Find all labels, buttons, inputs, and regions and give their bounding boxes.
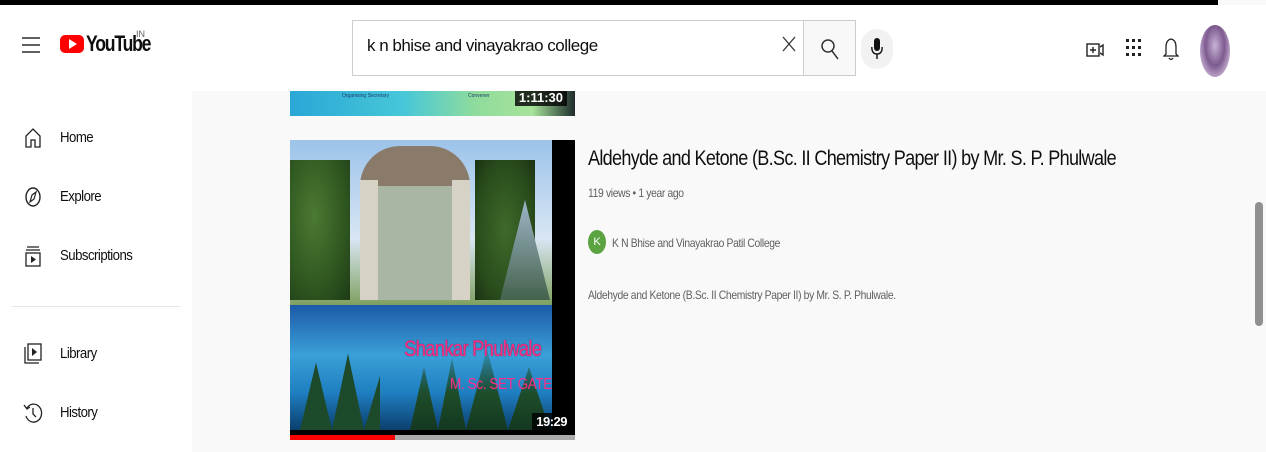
thumb-text: Convener [468, 93, 490, 99]
watch-progress [290, 435, 396, 440]
video-meta: 119 views • 1 year ago [588, 186, 684, 200]
sidebar-item-library[interactable]: Library [0, 335, 192, 375]
video-description: Aldehyde and Ketone (B.Sc. II Chemistry … [588, 288, 896, 302]
sidebar-item-history[interactable]: History [0, 394, 192, 434]
voice-search-button[interactable] [861, 29, 893, 69]
thumb-scene [360, 180, 378, 300]
prev-video-thumbnail[interactable]: Organising Secretary Convener 1:11:30 [290, 91, 575, 116]
menu-icon[interactable] [22, 37, 40, 55]
sidebar-divider [12, 306, 180, 307]
sidebar-item-home[interactable]: Home [0, 119, 192, 159]
duration-badge: 1:11:30 [514, 91, 567, 106]
create-icon[interactable] [1086, 41, 1104, 64]
scrollbar-thumb[interactable] [1255, 202, 1263, 326]
subscriptions-icon [25, 246, 41, 267]
search-input[interactable] [365, 35, 769, 57]
duration-badge: 19:29 [532, 413, 571, 430]
upload-age: 1 year ago [638, 186, 684, 200]
view-count: 119 views [588, 186, 631, 200]
masthead: YouTube IN [0, 5, 1266, 91]
thumb-scene [378, 170, 452, 300]
thumb-caption: M. Sc. SET GATE [450, 376, 552, 393]
thumb-scene [452, 180, 470, 300]
youtube-logo[interactable]: YouTube IN [60, 29, 166, 57]
thumb-caption: Shankar Phulwale [404, 336, 542, 361]
home-icon [25, 128, 41, 148]
search-button[interactable] [804, 20, 856, 76]
channel-name[interactable]: K N Bhise and Vinayakrao Patil College [612, 236, 780, 250]
compass-icon [25, 187, 41, 207]
sidebar-item-label: Home [60, 129, 94, 146]
sidebar-item-label: Explore [60, 188, 102, 205]
history-icon [23, 403, 43, 423]
sidebar-item-explore[interactable]: Explore [0, 178, 192, 218]
sidebar-item-label: Library [60, 345, 97, 362]
mic-icon [871, 38, 883, 59]
search-icon [821, 39, 839, 60]
channel-avatar[interactable]: K [588, 230, 606, 254]
thumb-text: Organising Secretary [342, 93, 389, 99]
sidebar: Home Explore Subscriptions Library Histo [0, 91, 192, 452]
thumb-scene [290, 160, 350, 300]
play-logo-icon [60, 35, 84, 53]
search-box [352, 20, 804, 76]
sidebar-item-subscriptions[interactable]: Subscriptions [0, 237, 192, 277]
clear-icon[interactable] [782, 36, 796, 57]
apps-icon[interactable] [1126, 39, 1142, 64]
video-thumbnail[interactable]: Shankar Phulwale M. Sc. SET GATE 19:29 [290, 140, 575, 440]
sidebar-item-label: Subscriptions [60, 247, 133, 264]
bell-icon[interactable] [1162, 37, 1180, 66]
avatar[interactable] [1200, 25, 1230, 77]
library-icon [24, 343, 42, 364]
video-title[interactable]: Aldehyde and Ketone (B.Sc. II Chemistry … [588, 147, 1117, 171]
sidebar-item-label: History [60, 404, 98, 421]
country-code: IN [136, 29, 145, 39]
